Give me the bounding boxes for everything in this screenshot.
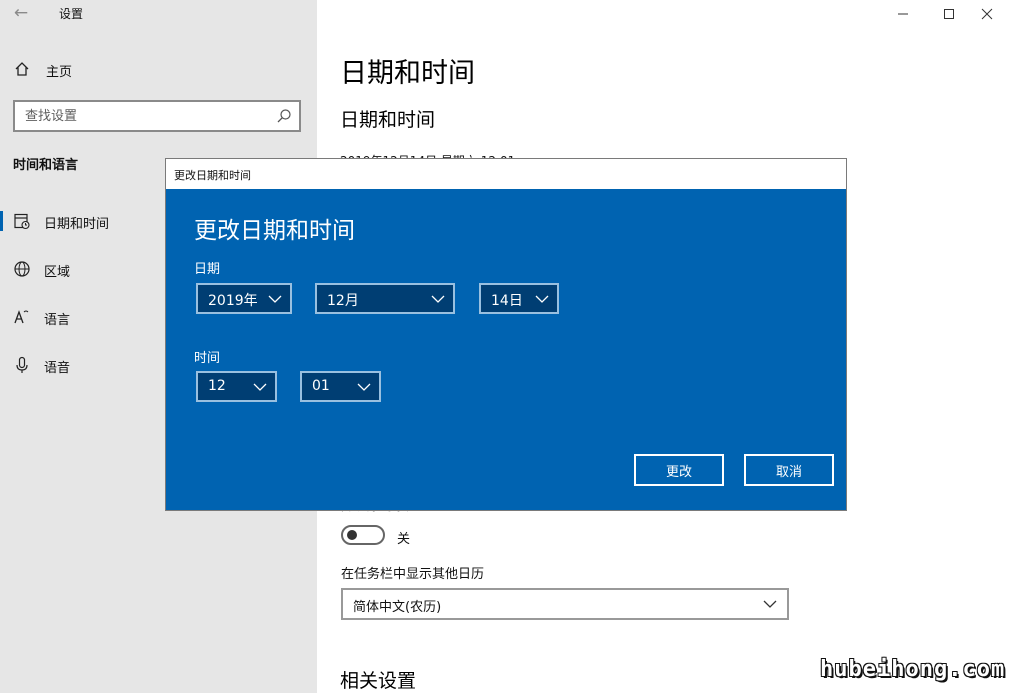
close-icon — [981, 8, 993, 20]
chevron-down-icon — [535, 295, 549, 303]
cancel-button[interactable]: 取消 — [744, 454, 834, 486]
calendar-clock-icon — [14, 213, 30, 230]
toggle-state-label: 关 — [397, 532, 411, 547]
year-value: 2019年 — [208, 293, 258, 309]
chevron-down-icon — [763, 600, 777, 608]
home-label: 主页 — [46, 65, 73, 80]
page-title: 日期和时间 — [340, 58, 475, 89]
calendar-label: 在任务栏中显示其他日历 — [341, 567, 485, 582]
hour-select[interactable]: 12 — [196, 371, 277, 402]
search-icon[interactable] — [276, 108, 292, 124]
month-value: 12月 — [327, 293, 359, 309]
search-box[interactable] — [13, 100, 301, 132]
maximize-icon — [944, 9, 954, 19]
dialog-heading: 更改日期和时间 — [194, 218, 355, 244]
toggle-knob — [347, 530, 357, 540]
section-heading: 日期和时间 — [340, 109, 436, 131]
chevron-down-icon — [357, 383, 371, 391]
dst-toggle[interactable] — [341, 525, 385, 545]
close-button[interactable] — [964, 0, 1010, 28]
minimize-button[interactable] — [880, 0, 926, 28]
hour-value: 12 — [208, 378, 226, 394]
home-link[interactable]: 主页 — [0, 56, 317, 84]
chevron-down-icon — [268, 295, 282, 303]
back-arrow-icon[interactable]: ← — [10, 2, 32, 24]
sidebar-item-label: 语音 — [44, 361, 71, 376]
day-select[interactable]: 14日 — [479, 283, 559, 314]
change-button[interactable]: 更改 — [634, 454, 724, 486]
minimize-icon — [898, 13, 908, 15]
globe-icon — [14, 261, 30, 277]
home-icon — [15, 62, 29, 76]
chevron-down-icon — [431, 295, 445, 303]
date-label: 日期 — [194, 262, 221, 277]
watermark: hubeihong.com — [820, 657, 1006, 682]
time-label: 时间 — [194, 351, 221, 366]
search-input[interactable] — [15, 102, 275, 130]
day-value: 14日 — [491, 293, 523, 309]
minute-value: 01 — [312, 378, 330, 394]
calendar-select[interactable]: 简体中文(农历) — [341, 588, 789, 620]
chevron-down-icon — [253, 383, 267, 391]
related-settings-heading: 相关设置 — [340, 670, 417, 692]
year-select[interactable]: 2019年 — [196, 283, 292, 314]
microphone-icon — [16, 356, 28, 373]
dialog-titlebar: 更改日期和时间 — [166, 159, 846, 189]
minute-select[interactable]: 01 — [300, 371, 381, 402]
app-title: 设置 — [59, 7, 84, 21]
language-icon — [14, 310, 29, 324]
calendar-select-value: 简体中文(农历) — [353, 600, 442, 615]
sidebar-item-label: 语言 — [44, 313, 71, 328]
dialog-window-title: 更改日期和时间 — [174, 169, 251, 182]
sidebar-item-label: 区域 — [44, 265, 71, 280]
section-title: 时间和语言 — [13, 158, 79, 173]
change-datetime-dialog: 更改日期和时间 更改日期和时间 日期 2019年 12月 14日 时间 12 0… — [165, 158, 847, 511]
sidebar-item-label: 日期和时间 — [44, 217, 110, 232]
month-select[interactable]: 12月 — [315, 283, 455, 314]
